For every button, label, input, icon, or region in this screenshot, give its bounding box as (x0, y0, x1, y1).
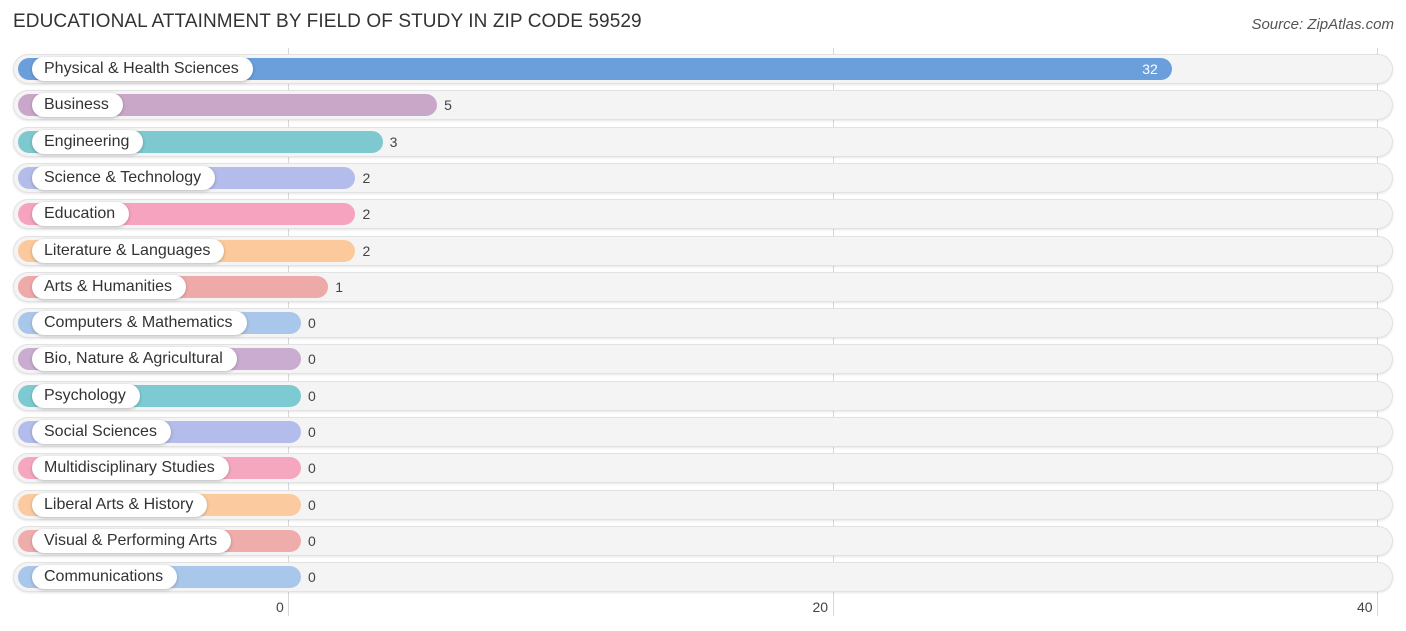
value-label: 32 (1142, 61, 1158, 77)
category-label: Arts & Humanities (32, 274, 187, 299)
category-label: Social Sciences (32, 420, 171, 444)
x-tick-label: 0 (276, 599, 284, 615)
value-label: 3 (389, 133, 398, 150)
category-label: Physical & Health Sciences (32, 57, 253, 81)
category-label: Business (32, 93, 123, 118)
value-label: 0 (308, 351, 316, 368)
category-label: Computers & Mathematics (32, 311, 247, 336)
value-label: 1 (335, 278, 344, 295)
value-label: 0 (308, 387, 316, 404)
category-label: Engineering (32, 129, 144, 154)
value-label: 2 (362, 169, 371, 186)
value-label: 0 (308, 569, 316, 586)
category-label: Liberal Arts & History (32, 492, 208, 517)
category-label: Psychology (32, 383, 140, 408)
value-label: 0 (308, 424, 316, 440)
category-label: Education (32, 202, 130, 227)
category-label: Literature & Languages (32, 238, 225, 263)
chart-title: EDUCATIONAL ATTAINMENT BY FIELD OF STUDY… (13, 11, 642, 32)
category-label: Bio, Nature & Agricultural (32, 347, 237, 372)
value-label: 0 (308, 496, 316, 513)
value-label: 0 (308, 460, 316, 477)
value-label: 0 (308, 315, 316, 332)
value-label: 5 (444, 97, 452, 114)
x-tick-label: 20 (812, 599, 829, 615)
category-label: Communications (32, 565, 178, 590)
value-label: 2 (362, 242, 371, 259)
category-label: Multidisciplinary Studies (32, 456, 229, 481)
category-label: Visual & Performing Arts (32, 528, 232, 553)
category-label: Science & Technology (32, 165, 216, 190)
value-label: 2 (362, 206, 371, 223)
value-label: 0 (308, 532, 316, 549)
source-label: Source: ZipAtlas.com (1251, 16, 1394, 33)
x-tick-label: 40 (1357, 599, 1373, 615)
